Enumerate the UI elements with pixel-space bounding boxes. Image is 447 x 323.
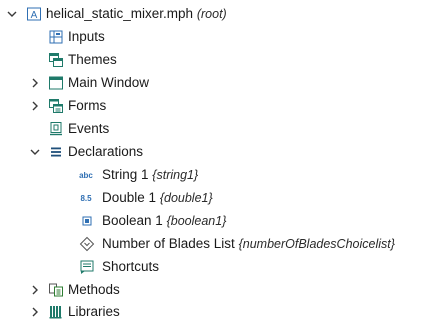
- libraries-icon: [47, 303, 65, 321]
- chevron-down-icon[interactable]: [29, 146, 41, 158]
- tree-node-inputs[interactable]: Inputs: [0, 25, 447, 48]
- declarations-label: Declarations: [68, 144, 144, 159]
- themes-label: Themes: [68, 52, 117, 67]
- boolean1-label: Boolean 1 {boolean1}: [102, 209, 226, 233]
- main-window-label: Main Window: [68, 75, 150, 90]
- svg-text:8.5: 8.5: [80, 194, 92, 203]
- tree-node-declarations[interactable]: Declarations: [0, 140, 447, 163]
- forms-label: Forms: [68, 98, 107, 113]
- chevron-right-icon[interactable]: [29, 77, 41, 89]
- shortcuts-label: Shortcuts: [102, 259, 160, 274]
- shortcuts-icon: [78, 258, 96, 276]
- tree-node-libraries[interactable]: Libraries: [0, 300, 447, 323]
- double1-label: Double 1 {double1}: [102, 186, 213, 210]
- inputs-icon: [47, 28, 65, 46]
- svg-text:A: A: [31, 10, 38, 21]
- tree-node-boolean1[interactable]: Boolean 1 {boolean1}: [0, 209, 447, 232]
- chevron-down-icon[interactable]: [6, 8, 18, 20]
- blades-list-tag: {numberOfBladesChoicelist}: [238, 236, 395, 251]
- svg-text:abc: abc: [79, 171, 93, 180]
- string1-name: String 1: [102, 166, 149, 182]
- blades-list-label: Number of Blades List {numberOfBladesCho…: [102, 232, 395, 256]
- tree-node-blades-list[interactable]: Number of Blades List {numberOfBladesCho…: [0, 232, 447, 255]
- double1-name: Double 1: [102, 189, 157, 205]
- chevron-right-icon[interactable]: [29, 284, 41, 296]
- methods-icon: [47, 281, 65, 299]
- boolean1-tag: {boolean1}: [166, 213, 227, 228]
- tree-node-double1[interactable]: 8.5 Double 1 {double1}: [0, 186, 447, 209]
- boolean-icon: [78, 212, 96, 230]
- application-icon: A: [25, 5, 43, 23]
- tree-node-shortcuts[interactable]: Shortcuts: [0, 255, 447, 278]
- chevron-right-icon[interactable]: [29, 100, 41, 112]
- root-label: helical_static_mixer.mph (root): [46, 2, 227, 26]
- chevron-right-icon[interactable]: [29, 306, 41, 318]
- double-icon: 8.5: [76, 189, 96, 207]
- declarations-icon: [47, 143, 65, 161]
- tree-node-root[interactable]: A helical_static_mixer.mph (root): [0, 2, 447, 25]
- string-icon: abc: [76, 166, 96, 184]
- events-label: Events: [68, 121, 110, 136]
- string1-tag: {string1}: [152, 167, 199, 182]
- window-icon: [47, 74, 65, 92]
- choice-list-icon: [78, 235, 96, 253]
- double1-tag: {double1}: [159, 190, 213, 205]
- tree-node-events[interactable]: Events: [0, 117, 447, 140]
- inputs-label: Inputs: [68, 29, 105, 44]
- application-builder-tree: A helical_static_mixer.mph (root) Inputs: [0, 0, 447, 323]
- libraries-label: Libraries: [68, 304, 120, 319]
- tree-node-forms[interactable]: Forms: [0, 94, 447, 117]
- boolean1-name: Boolean 1: [102, 212, 163, 228]
- blades-list-name: Number of Blades List: [102, 235, 235, 251]
- root-tag: (root): [196, 6, 227, 21]
- tree-node-main-window[interactable]: Main Window: [0, 71, 447, 94]
- root-name: helical_static_mixer.mph: [46, 5, 194, 21]
- methods-label: Methods: [68, 282, 120, 297]
- events-icon: [47, 120, 65, 138]
- tree-node-string1[interactable]: abc String 1 {string1}: [0, 163, 447, 186]
- tree-node-methods[interactable]: Methods: [0, 278, 447, 301]
- themes-icon: [47, 51, 65, 69]
- forms-icon: [47, 97, 65, 115]
- string1-label: String 1 {string1}: [102, 163, 198, 187]
- tree-node-themes[interactable]: Themes: [0, 48, 447, 71]
